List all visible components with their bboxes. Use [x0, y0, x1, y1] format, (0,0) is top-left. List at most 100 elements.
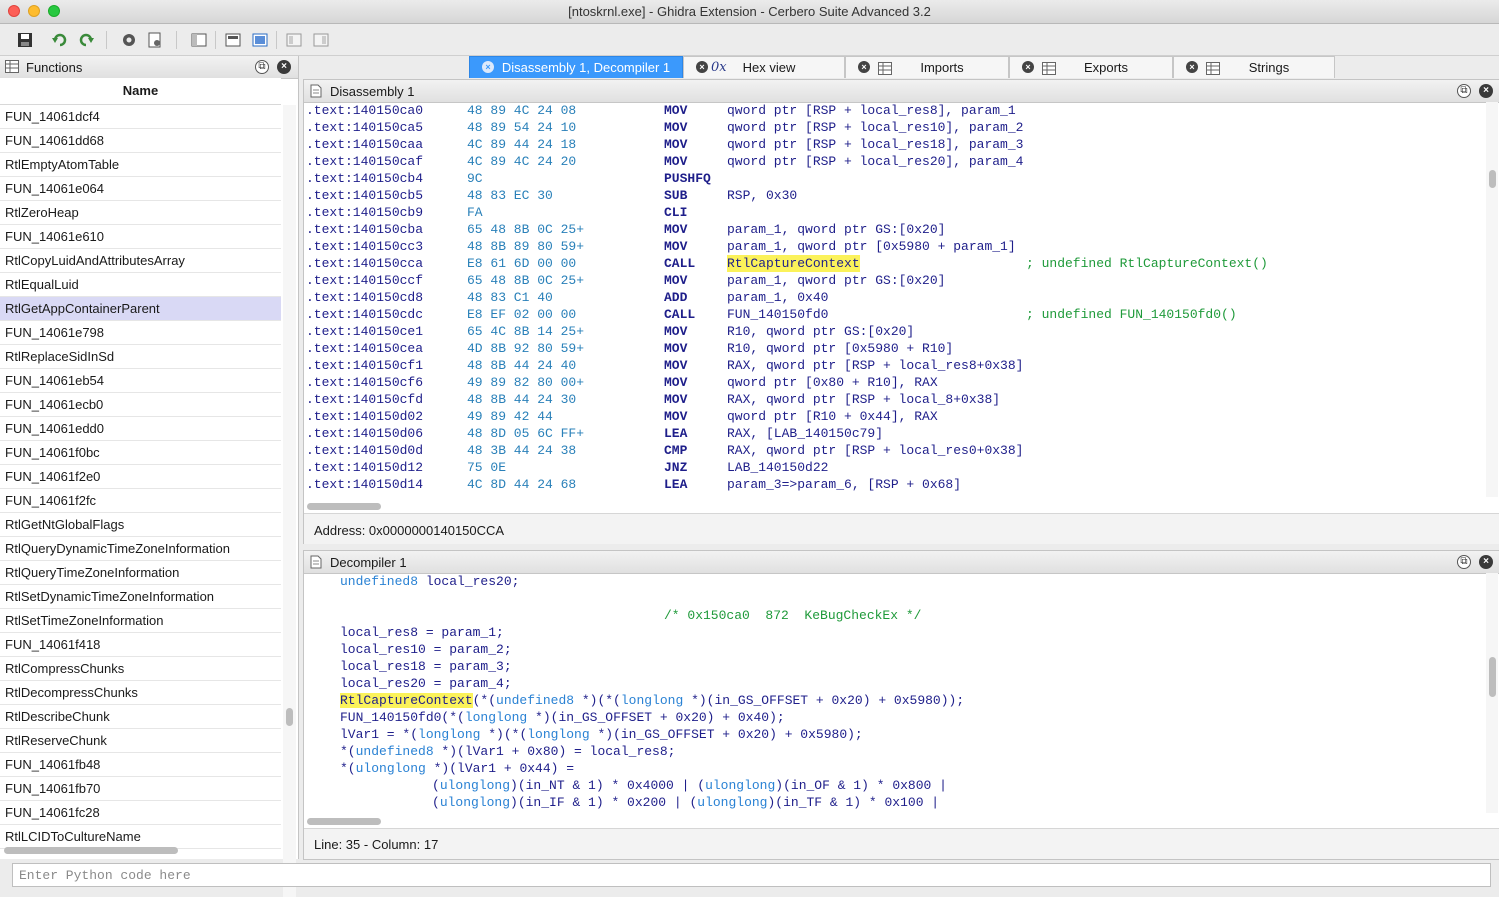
disassembly-row[interactable]: .text:140150ca5 48 89 54 24 10 MOV qword pt… — [304, 119, 1484, 136]
function-row[interactable]: RtlCopyLuidAndAttributesArray — [0, 249, 281, 273]
mnemonic: MOV — [664, 409, 688, 424]
layout-right-icon[interactable] — [311, 30, 331, 50]
disassembly-scroll-thumb[interactable] — [1489, 170, 1496, 188]
disassembly-row[interactable]: .text:140150ce1 65 4C 8B 14 25+ MOV R10, qw… — [304, 323, 1484, 340]
restore-icon[interactable]: ⧉ — [1457, 555, 1471, 569]
disassembly-horizontal-scroll-thumb[interactable] — [307, 503, 381, 510]
disassembly-row[interactable]: .text:140150cf6 49 89 82 80 00+ MOV qword p… — [304, 374, 1484, 391]
address: .text:140150caa — [306, 137, 424, 152]
disassembly-row[interactable]: .text:140150d12 75 0E JNZ LAB_140150d22 — [304, 459, 1484, 476]
close-icon[interactable]: × — [277, 60, 291, 74]
bytes: 49 89 42 44 — [467, 409, 553, 424]
functions-panel-header: Functions ⧉ × — [0, 56, 298, 79]
disassembly-row[interactable]: .text:140150d0d 48 3B 44 24 38 CMP RAX, qwo… — [304, 442, 1484, 459]
functions-vertical-scrollbar[interactable] — [283, 105, 296, 897]
code-line: lVar1 = *(longlong *)(*(longlong *)(in_G… — [340, 727, 863, 742]
tab-strings[interactable]: × Strings — [1173, 56, 1335, 78]
function-row[interactable]: FUN_14061f418 — [0, 633, 281, 657]
function-row[interactable]: RtlSetDynamicTimeZoneInformation — [0, 585, 281, 609]
split-icon[interactable] — [223, 30, 243, 50]
function-row[interactable]: RtlEmptyAtomTable — [0, 153, 281, 177]
bytes: FA — [467, 205, 483, 220]
disassembly-row[interactable]: .text:140150caa 4C 89 44 24 18 MOV qword pt… — [304, 136, 1484, 153]
code-line: RtlCaptureContext(*(undefined8 *)(*(long… — [340, 693, 965, 708]
function-row[interactable]: RtlEqualLuid — [0, 273, 281, 297]
disassembly-row[interactable]: .text:140150cfd 48 8B 44 24 30 MOV RAX, qwo… — [304, 391, 1484, 408]
bytes: 9C — [467, 171, 483, 186]
window-icon[interactable] — [189, 30, 209, 50]
function-row[interactable]: RtlCompressChunks — [0, 657, 281, 681]
disassembly-row[interactable]: .text:140150cc3 48 8B 89 80 59+ MOV param_1… — [304, 238, 1484, 255]
function-row[interactable]: RtlQueryTimeZoneInformation — [0, 561, 281, 585]
disassembly-row[interactable]: .text:140150caf 4C 89 4C 24 20 MOV qword pt… — [304, 153, 1484, 170]
disassembly-row[interactable]: .text:140150ccf 65 48 8B 0C 25+ MOV param_1… — [304, 272, 1484, 289]
disassembly-row[interactable]: .text:140150cea 4D 8B 92 80 59+ MOV R10, qw… — [304, 340, 1484, 357]
disassembly-vertical-scrollbar[interactable] — [1486, 102, 1498, 497]
function-row[interactable]: FUN_14061fb70 — [0, 777, 281, 801]
save-icon[interactable] — [15, 30, 35, 50]
function-row[interactable]: FUN_14061fc28 — [0, 801, 281, 825]
disassembly-listing[interactable]: .text:140150ca0 48 89 4C 24 08 MOV qword pt… — [304, 102, 1499, 497]
function-row[interactable]: FUN_14061e064 — [0, 177, 281, 201]
function-row[interactable]: RtlZeroHeap — [0, 201, 281, 225]
disassembly-row[interactable]: .text:140150cdc E8 EF 02 00 00 CALL FUN_140… — [304, 306, 1484, 323]
sync-icon[interactable] — [250, 30, 270, 50]
bytes: 49 89 82 80 00+ — [467, 375, 585, 390]
bytes: 48 8B 89 80 59+ — [467, 239, 585, 254]
function-row[interactable]: RtlLCIDToCultureName — [0, 825, 281, 849]
function-row[interactable]: FUN_14061fb48 — [0, 753, 281, 777]
function-row[interactable]: FUN_14061f2fc — [0, 489, 281, 513]
function-row[interactable]: RtlSetTimeZoneInformation — [0, 609, 281, 633]
function-row[interactable]: FUN_14061eb54 — [0, 369, 281, 393]
function-row[interactable]: FUN_14061e798 — [0, 321, 281, 345]
name-column-header[interactable]: Name — [0, 78, 281, 105]
tab-disassembly-decompiler[interactable]: × Disassembly 1, Decompiler 1 — [469, 56, 683, 78]
disassembly-row[interactable]: .text:140150ca0 48 89 4C 24 08 MOV qword pt… — [304, 102, 1484, 119]
close-icon[interactable]: × — [1479, 555, 1493, 569]
function-row[interactable]: RtlDescribeChunk — [0, 705, 281, 729]
decompiler-panel: Decompiler 1 ⧉ × undefined8 local_res20;… — [303, 550, 1499, 860]
bytes: 4D 8B 92 80 59+ — [467, 341, 585, 356]
close-icon[interactable]: × — [1479, 84, 1493, 98]
function-row[interactable]: FUN_14061f0bc — [0, 441, 281, 465]
disassembly-row[interactable]: .text:140150cb4 9C PUSHFQ — [304, 170, 1484, 187]
disassembly-row[interactable]: .text:140150d14 4C 8D 44 24 68 LEA param_3=… — [304, 476, 1484, 493]
disassembly-row[interactable]: .text:140150cca E8 61 6D 00 00 CALL RtlCapt… — [304, 255, 1484, 272]
decompiler-scroll-thumb[interactable] — [1489, 657, 1496, 697]
function-row[interactable]: RtlGetAppContainerParent — [0, 297, 281, 321]
code-line: local_res18 = param_3; — [340, 659, 512, 674]
function-row[interactable]: FUN_14061f2e0 — [0, 465, 281, 489]
functions-horizontal-scroll-thumb[interactable] — [4, 847, 178, 854]
redo-icon[interactable] — [76, 30, 96, 50]
undo-icon[interactable] — [50, 30, 70, 50]
restore-icon[interactable]: ⧉ — [255, 60, 269, 74]
decompiler-horizontal-scroll-thumb[interactable] — [307, 818, 381, 825]
tab-imports[interactable]: × Imports — [845, 56, 1009, 78]
script-icon[interactable] — [145, 30, 165, 50]
functions-scroll-thumb[interactable] — [286, 708, 293, 726]
python-console-input[interactable] — [12, 863, 1491, 887]
layout-left-icon[interactable] — [284, 30, 304, 50]
tab-exports[interactable]: × Exports — [1009, 56, 1173, 78]
function-row[interactable]: FUN_14061edd0 — [0, 417, 281, 441]
settings-icon[interactable] — [119, 30, 139, 50]
disassembly-row[interactable]: .text:140150d02 49 89 42 44 MOV qword ptr [… — [304, 408, 1484, 425]
disassembly-row[interactable]: .text:140150cba 65 48 8B 0C 25+ MOV param_1… — [304, 221, 1484, 238]
disassembly-row[interactable]: .text:140150cb9 FA CLI — [304, 204, 1484, 221]
function-row[interactable]: RtlQueryDynamicTimeZoneInformation — [0, 537, 281, 561]
tab-hex-view[interactable]: × 0x Hex view — [683, 56, 845, 78]
disassembly-row[interactable]: .text:140150cd8 48 83 C1 40 ADD param_1, 0x… — [304, 289, 1484, 306]
function-row[interactable]: FUN_14061dcf4 — [0, 105, 281, 129]
disassembly-row[interactable]: .text:140150cb5 48 83 EC 30 SUB RSP, 0x30 — [304, 187, 1484, 204]
function-row[interactable]: FUN_14061ecb0 — [0, 393, 281, 417]
restore-icon[interactable]: ⧉ — [1457, 84, 1471, 98]
disassembly-row[interactable]: .text:140150cf1 48 8B 44 24 40 MOV RAX, qwo… — [304, 357, 1484, 374]
function-row[interactable]: FUN_14061dd68 — [0, 129, 281, 153]
disassembly-row[interactable]: .text:140150d06 48 8D 05 6C FF+ LEA RAX, [L… — [304, 425, 1484, 442]
function-row[interactable]: RtlDecompressChunks — [0, 681, 281, 705]
decompiler-code[interactable]: undefined8 local_res20; /* 0x150ca0 872 K… — [304, 573, 1499, 813]
function-row[interactable]: RtlReplaceSidInSd — [0, 345, 281, 369]
function-row[interactable]: RtlReserveChunk — [0, 729, 281, 753]
function-row[interactable]: FUN_14061e610 — [0, 225, 281, 249]
function-row[interactable]: RtlGetNtGlobalFlags — [0, 513, 281, 537]
